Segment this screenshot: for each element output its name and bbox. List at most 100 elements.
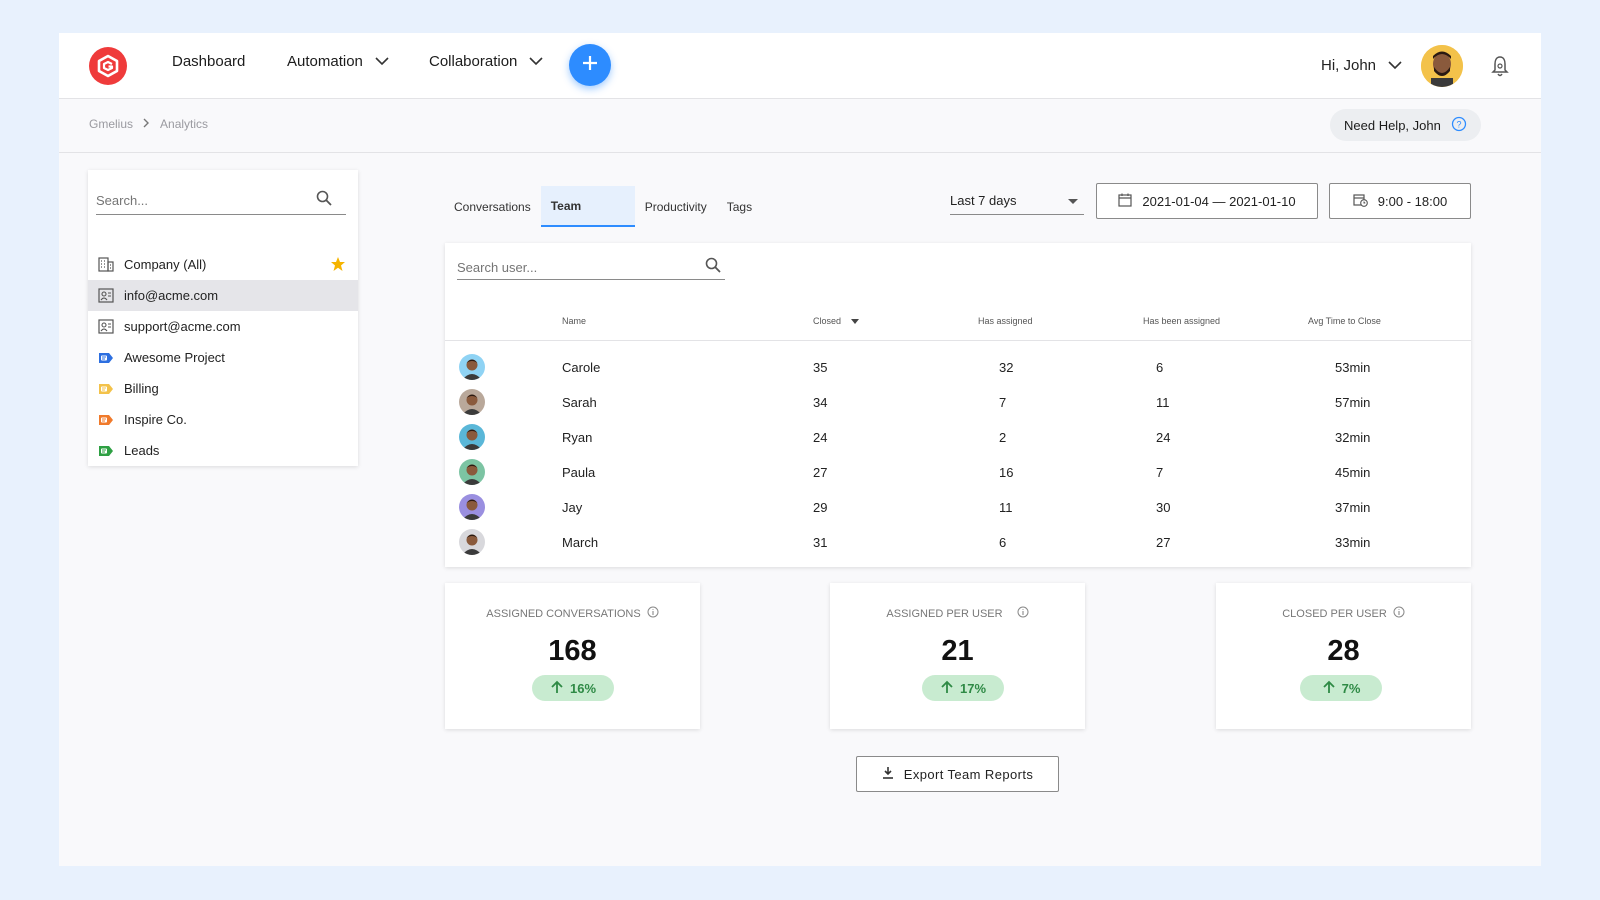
stat-change-badge: 7% [1300,675,1382,701]
tab-productivity[interactable]: Productivity [635,186,717,227]
info-icon[interactable] [1017,606,1029,621]
user-avatar [459,459,485,485]
tab-tags[interactable]: Tags [717,186,762,227]
cell-has-assigned: 16 [999,465,1014,480]
stat-change-badge: 17% [922,675,1004,701]
export-team-reports-button[interactable]: Export Team Reports [856,756,1059,792]
svg-text:?: ? [1456,119,1461,129]
column-header-has-assigned[interactable]: Has assigned [978,316,1033,326]
table-row[interactable]: Carole 35 32 6 53min [445,351,1471,386]
app-window: Dashboard Automation Collaboration Hi, J… [59,33,1541,866]
cell-name: Sarah [562,395,597,410]
table-row[interactable]: Paula 27 16 7 45min [445,456,1471,491]
user-menu[interactable]: Hi, John [1321,57,1402,74]
nav-automation[interactable]: Automation [287,53,389,70]
nav-dashboard-label: Dashboard [172,53,246,70]
table-row[interactable]: Ryan 24 2 24 32min [445,421,1471,456]
cell-been-assigned: 11 [1156,395,1170,410]
user-avatar [459,494,485,520]
mailbox-item[interactable]: Company (All) [88,249,358,280]
stat-card-closed-per-user: CLOSED PER USER 28 7% [1216,583,1471,729]
breadcrumb-item-home[interactable]: Gmelius [89,117,133,131]
search-icon[interactable] [316,190,332,211]
stat-value: 28 [1327,635,1360,667]
mailbox-item[interactable]: Inspire Co. [88,404,358,435]
mailbox-search-input[interactable] [96,192,316,208]
column-header-avg-time[interactable]: Avg Time to Close [1308,316,1381,326]
mailbox-item[interactable]: Leads [88,435,358,466]
stat-label: ASSIGNED PER USER [830,606,1085,621]
cell-been-assigned: 6 [1156,360,1164,375]
notification-bell-icon[interactable] [1491,55,1509,82]
cell-avg-time: 53min [1335,360,1371,375]
mailbox-item-label: Company (All) [124,257,207,272]
mailbox-item[interactable]: Awesome Project [88,342,358,373]
cell-closed: 35 [813,360,828,375]
cell-avg-time: 33min [1335,535,1371,550]
mailbox-filter-panel: Company (All) info@acme.com support@acme.c… [88,170,358,466]
cell-avg-time: 45min [1335,465,1371,480]
working-hours-button[interactable]: 9:00 - 18:00 [1329,183,1471,219]
cell-has-assigned: 6 [999,535,1007,550]
calendar-clock-icon [1353,193,1368,210]
mailbox-item[interactable]: support@acme.com [88,311,358,342]
search-icon[interactable] [705,257,721,278]
cell-been-assigned: 30 [1156,500,1171,515]
mailbox-item-label: info@acme.com [124,288,219,303]
info-icon[interactable] [647,606,659,621]
cell-has-assigned: 11 [999,500,1013,515]
inbox-icon [98,288,114,303]
tab-team[interactable]: Team [540,186,635,227]
cell-name: Jay [562,500,583,515]
stat-change-badge: 16% [532,675,614,701]
mailbox-item-label: support@acme.com [124,319,241,334]
column-header-closed[interactable]: Closed [813,316,860,326]
info-icon[interactable] [1393,606,1405,621]
inbox-icon [98,319,114,334]
range-select[interactable]: Last 7 days [950,187,1084,215]
table-header: Name Closed Has assigned Has been assign… [445,305,1471,341]
greeting-text: Hi, John [1321,57,1377,74]
mailbox-list: Company (All) info@acme.com support@acme.c… [88,249,358,466]
star-icon[interactable] [330,256,346,275]
plus-icon [581,54,599,77]
project-label-icon [98,383,114,395]
chevron-down-icon [1388,57,1402,74]
cell-closed: 24 [813,430,828,445]
cell-been-assigned: 24 [1156,430,1171,445]
mailbox-item[interactable]: info@acme.com [88,280,358,311]
tab-conversations[interactable]: Conversations [444,186,541,227]
user-search-input[interactable] [457,259,687,275]
mailbox-item[interactable]: Billing [88,373,358,404]
need-help-label: Need Help, John [1344,117,1441,133]
gmelius-logo-icon[interactable] [89,47,127,85]
table-row[interactable]: March 31 6 27 33min [445,526,1471,561]
table-body: Carole 35 32 6 53min Sarah 34 7 11 57min Ryan 24 2 24… [445,351,1471,561]
user-avatar[interactable] [1421,45,1463,87]
date-range-button[interactable]: 2021-01-04 — 2021-01-10 [1096,183,1318,219]
calendar-icon [1118,193,1132,210]
nav-automation-label: Automation [287,53,363,70]
help-circle-icon: ? [1451,116,1467,135]
need-help-button[interactable]: Need Help, John ? [1330,109,1481,141]
column-header-been-assigned[interactable]: Has been assigned [1143,316,1220,326]
nav-collaboration[interactable]: Collaboration [429,53,543,70]
date-range-value: 2021-01-04 — 2021-01-10 [1142,193,1296,209]
chevron-down-icon [375,53,389,70]
create-new-button[interactable] [569,44,611,86]
stat-label-text: CLOSED PER USER [1282,607,1387,620]
stat-label: ASSIGNED CONVERSATIONS [445,606,700,621]
cell-closed: 29 [813,500,828,515]
stat-label-text: ASSIGNED PER USER [886,607,1003,620]
table-row[interactable]: Sarah 34 7 11 57min [445,386,1471,421]
nav-dashboard[interactable]: Dashboard [172,53,245,70]
download-icon [882,766,894,782]
stat-label: CLOSED PER USER [1216,606,1471,621]
user-search [457,255,725,280]
cell-been-assigned: 7 [1156,465,1164,480]
column-header-name[interactable]: Name [562,316,586,326]
mailbox-item-label: Awesome Project [124,350,225,365]
cell-avg-time: 57min [1335,395,1371,410]
table-row[interactable]: Jay 29 11 30 37min [445,491,1471,526]
project-label-icon [98,352,114,364]
